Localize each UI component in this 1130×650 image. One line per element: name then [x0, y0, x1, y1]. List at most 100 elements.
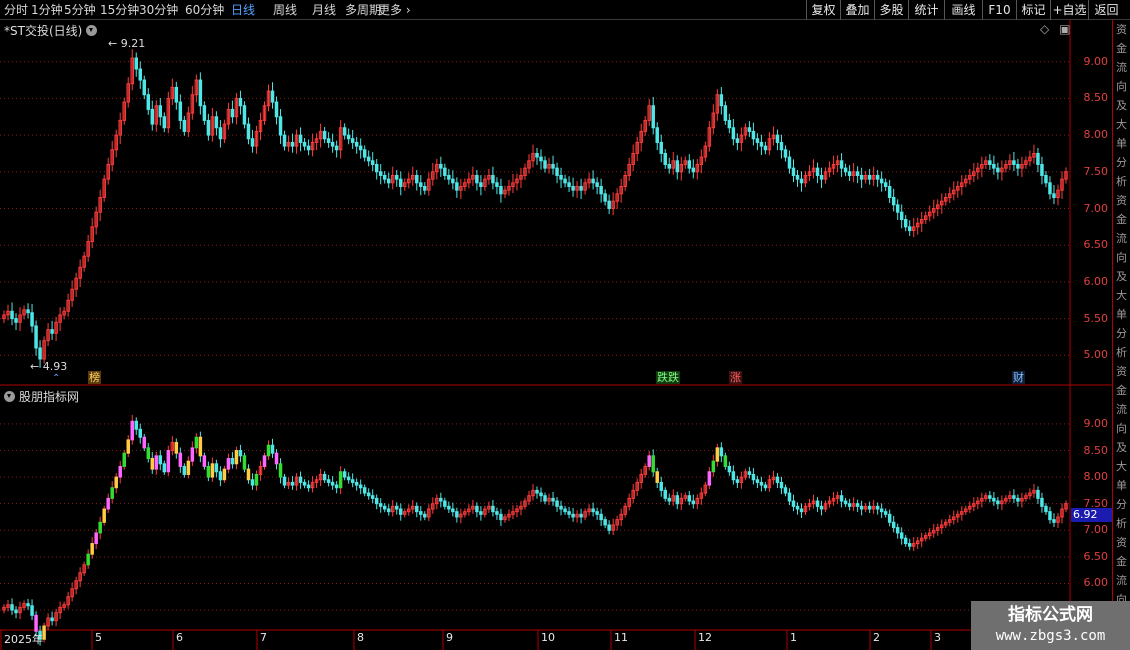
- toolbar-button-1[interactable]: 叠加: [840, 0, 874, 20]
- candle-body: [370, 160, 375, 165]
- period-tab-2[interactable]: 5分钟: [64, 2, 96, 18]
- indicator-bar: [110, 487, 114, 499]
- indicator-bar: [992, 497, 996, 502]
- indicator-bar: [102, 508, 106, 523]
- candle-body: [415, 174, 419, 184]
- toolbar-button-8[interactable]: 返回: [1088, 0, 1124, 20]
- period-tab-10[interactable]: 更多 ›: [378, 2, 411, 18]
- period-tab-0[interactable]: 分时: [4, 2, 28, 18]
- candle-body: [563, 178, 567, 184]
- candle-body: [795, 174, 800, 180]
- indicator-bar: [735, 479, 740, 483]
- candle-body: [362, 149, 367, 158]
- indicator-bar: [443, 500, 447, 507]
- indicator-bar: [42, 625, 46, 640]
- maximize-icon[interactable]: ▣: [1059, 22, 1070, 36]
- indicator-bar: [194, 436, 199, 449]
- indicator-bar: [198, 436, 203, 457]
- indicator-bar: [899, 532, 904, 539]
- strip-char: 资: [1116, 536, 1127, 549]
- period-tab-6[interactable]: 日线: [231, 2, 255, 18]
- period-tab-4[interactable]: 30分钟: [139, 2, 178, 18]
- event-tag-zhang[interactable]: 涨: [729, 371, 742, 384]
- indicator-bar: [226, 457, 231, 470]
- indicator-bar: [374, 497, 379, 505]
- indicator-bar: [675, 495, 680, 505]
- candle-body: [992, 163, 996, 169]
- strip-char: 分: [1116, 498, 1127, 511]
- candle-body: [727, 119, 732, 129]
- period-tab-3[interactable]: 15分钟: [100, 2, 139, 18]
- indicator-y-tick: 7.00: [1083, 523, 1109, 537]
- strip-char: 及: [1116, 270, 1127, 283]
- indicator-bar: [647, 455, 651, 467]
- indicator-bar: [138, 428, 143, 438]
- panel-controls[interactable]: ◇ ▣: [1040, 22, 1070, 36]
- indicator-bar: [707, 471, 712, 486]
- indicator-bar: [222, 468, 227, 481]
- date-label: 2: [873, 631, 880, 644]
- event-tag-diedie[interactable]: 跌跌: [656, 371, 680, 384]
- indicator-bar: [158, 455, 163, 465]
- toolbar-button-4[interactable]: 画线: [944, 0, 982, 20]
- indicator-bar: [795, 505, 800, 510]
- event-tag-bang[interactable]: 榜: [88, 371, 101, 384]
- indicator-bar: [242, 455, 247, 470]
- candle-body: [138, 68, 143, 81]
- indicator-bar: [126, 439, 130, 454]
- candle-body: [903, 219, 908, 228]
- main-y-tick: 6.00: [1083, 274, 1109, 288]
- indicator-bar: [186, 460, 191, 475]
- main-y-tick: 5.50: [1083, 311, 1109, 325]
- period-tab-8[interactable]: 月线: [312, 2, 336, 18]
- indicator-bar: [1016, 497, 1020, 502]
- indicator-bar: [234, 450, 239, 465]
- candle-body: [815, 167, 820, 176]
- right-side-strip[interactable]: 资金流向及大单分析资金流向及大单分析资金流向及大单分析资金流向及: [1112, 20, 1130, 650]
- period-tab-1[interactable]: 1分钟: [31, 2, 63, 18]
- candle-body: [1048, 182, 1052, 195]
- indicator-bar: [895, 527, 900, 534]
- candle-body: [747, 127, 752, 132]
- candle-body: [791, 167, 796, 176]
- chevron-down-icon[interactable]: [86, 25, 98, 36]
- date-label: 10: [541, 631, 555, 644]
- indicator-bar: [759, 481, 764, 486]
- period-tab-9[interactable]: 多周期: [345, 2, 381, 18]
- toolbar-button-5[interactable]: F10: [982, 0, 1016, 20]
- candle-body: [419, 182, 423, 187]
- diamond-icon[interactable]: ◇: [1040, 22, 1049, 36]
- toolbar-button-3[interactable]: 统计: [908, 0, 944, 20]
- low-price-marker: ← 4.93: [30, 360, 67, 373]
- candle-body: [691, 167, 696, 173]
- kline-chart[interactable]: [0, 20, 1112, 650]
- candle-body: [551, 163, 555, 169]
- chevron-down-icon[interactable]: [4, 391, 15, 402]
- watermark: 指标公式网 www.zbgs3.com: [971, 601, 1130, 650]
- date-label: 9: [446, 631, 453, 644]
- toolbar-button-2[interactable]: 多股: [874, 0, 908, 20]
- candle-body: [799, 178, 804, 184]
- candle-body: [146, 94, 151, 110]
- period-tab-5[interactable]: 60分钟: [185, 2, 224, 18]
- candle-body: [659, 141, 663, 154]
- candle-body: [499, 185, 503, 195]
- candle-body: [996, 167, 1000, 173]
- indicator-bar: [567, 511, 571, 515]
- candle-body: [399, 178, 403, 187]
- indicator-bar: [354, 481, 359, 486]
- toolbar-button-7[interactable]: +自选: [1050, 0, 1088, 20]
- candle-body: [479, 182, 483, 187]
- candle-body: [455, 182, 459, 191]
- indicator-bar: [266, 444, 271, 457]
- toolbar-button-6[interactable]: 标记: [1016, 0, 1050, 20]
- indicator-bar: [1040, 497, 1044, 507]
- period-tab-7[interactable]: 周线: [273, 2, 297, 18]
- indicator-bar: [539, 492, 543, 497]
- event-tag-cai[interactable]: 财: [1012, 371, 1025, 384]
- indicator-bar: [535, 489, 539, 494]
- candle-body: [158, 105, 163, 118]
- candle-body: [274, 101, 279, 118]
- candle-body: [723, 105, 728, 121]
- toolbar-button-0[interactable]: 复权: [806, 0, 840, 20]
